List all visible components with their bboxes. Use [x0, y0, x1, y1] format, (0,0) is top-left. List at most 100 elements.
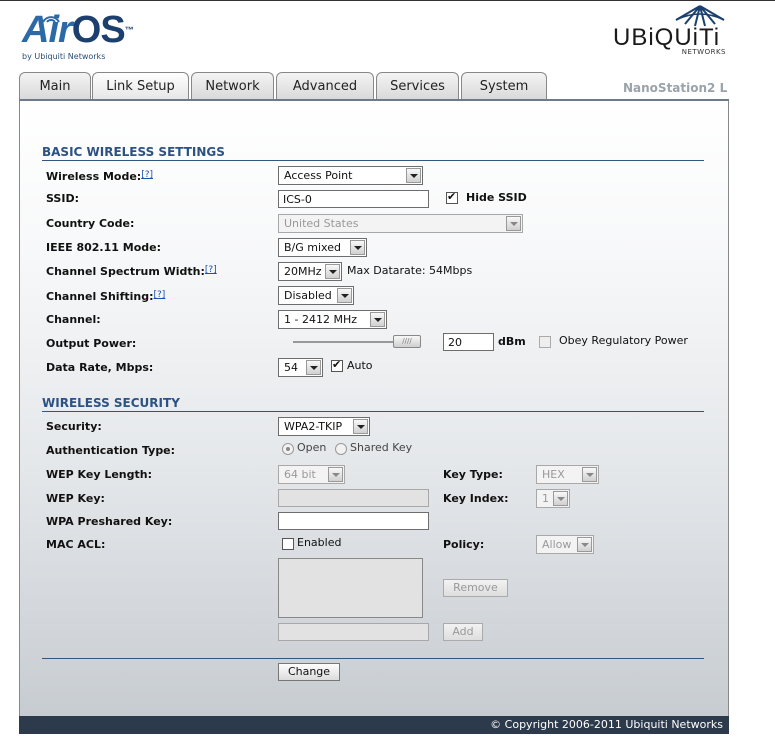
output-power-label: Output Power:	[46, 337, 137, 350]
device-name: NanoStation2 L	[623, 81, 728, 95]
wep-key-length-label: WEP Key Length:	[46, 468, 152, 481]
obey-regulatory-power-label: Obey Regulatory Power	[559, 334, 688, 347]
wireless-mode-select[interactable]: Access Point	[278, 166, 423, 185]
auth-type-label: Authentication Type:	[46, 444, 176, 457]
key-index-label: Key Index:	[443, 492, 509, 505]
policy-value: Allow	[542, 538, 572, 551]
chevron-down-icon	[306, 360, 321, 375]
auth-shared-key-radio[interactable]	[335, 443, 347, 455]
data-rate-auto-checkbox[interactable]	[331, 358, 343, 372]
mac-acl-label: MAC ACL:	[46, 538, 106, 551]
channel-shifting-select[interactable]: Disabled	[278, 286, 354, 305]
wep-key-length-value: 64 bit	[284, 468, 316, 481]
auth-open-label: Open	[297, 441, 327, 454]
country-code-select[interactable]: United States	[278, 214, 523, 233]
chevron-down-icon	[328, 467, 343, 482]
country-code-label: Country Code:	[46, 217, 135, 230]
channel-width-label: Channel Spectrum Width:[?]	[46, 265, 217, 278]
mac-acl-list[interactable]	[278, 558, 423, 618]
policy-select[interactable]: Allow	[536, 535, 594, 554]
wep-key-label: WEP Key:	[46, 492, 105, 505]
security-label: Security:	[46, 420, 102, 433]
ieee-mode-value: B/G mixed	[284, 241, 341, 254]
channel-shifting-value: Disabled	[284, 289, 332, 302]
chevron-down-icon	[325, 264, 340, 279]
key-type-label: Key Type:	[443, 468, 503, 481]
add-button[interactable]: Add	[443, 623, 483, 641]
chevron-down-icon	[337, 288, 352, 303]
ubiquiti-logo-networks: NETWORKS	[681, 48, 726, 56]
mac-acl-enabled-checkbox[interactable]	[282, 538, 294, 550]
channel-value: 1 - 2412 MHz	[284, 313, 357, 326]
channel-shifting-label-text: Channel Shifting:	[46, 290, 154, 303]
basic-wireless-settings-title: BASIC WIRELESS SETTINGS	[42, 145, 225, 159]
top-border	[0, 0, 775, 1]
data-rate-select[interactable]: 54	[278, 358, 323, 377]
policy-label: Policy:	[443, 538, 485, 551]
channel-width-help-link[interactable]: [?]	[205, 265, 217, 275]
key-type-value: HEX	[542, 468, 565, 481]
tab-link-setup[interactable]: Link Setup	[92, 72, 189, 100]
wireless-mode-value: Access Point	[284, 169, 353, 182]
wep-key-input[interactable]	[278, 489, 429, 507]
security-select[interactable]: WPA2-TKIP	[278, 417, 370, 436]
remove-button[interactable]: Remove	[443, 579, 508, 597]
wpa-preshared-key-input[interactable]	[278, 512, 429, 530]
chevron-down-icon	[353, 419, 368, 434]
data-rate-value: 54	[284, 361, 298, 374]
tab-main[interactable]: Main	[19, 72, 91, 100]
ieee-mode-label: IEEE 802.11 Mode:	[46, 241, 161, 254]
security-section-divider	[42, 411, 704, 412]
tab-services[interactable]: Services	[376, 72, 459, 100]
channel-select[interactable]: 1 - 2412 MHz	[278, 310, 387, 329]
wireless-mode-label: Wireless Mode:[?]	[46, 170, 153, 183]
channel-width-label-text: Channel Spectrum Width:	[46, 265, 205, 278]
channel-width-value: 20MHz	[284, 265, 322, 278]
security-value: WPA2-TKIP	[284, 420, 343, 433]
tab-network[interactable]: Network	[191, 72, 274, 100]
country-code-value: United States	[284, 217, 359, 230]
key-type-select[interactable]: HEX	[536, 465, 599, 484]
hide-ssid-checkbox[interactable]	[446, 190, 458, 204]
chevron-down-icon	[506, 216, 521, 231]
ubiquiti-logo: UBiQUiTi NETWORKS	[613, 4, 728, 60]
tab-system[interactable]: System	[461, 72, 547, 100]
copyright-footer: © Copyright 2006-2011 Ubiquiti Networks	[19, 716, 729, 734]
output-power-input[interactable]	[443, 333, 494, 351]
chevron-down-icon	[406, 168, 421, 183]
channel-width-select[interactable]: 20MHz	[278, 262, 342, 281]
chevron-down-icon	[370, 312, 385, 327]
channel-label: Channel:	[46, 313, 101, 326]
wpa-preshared-key-label: WPA Preshared Key:	[46, 515, 173, 528]
change-button[interactable]: Change	[278, 663, 340, 681]
key-index-value: 1	[542, 492, 549, 505]
mac-address-input[interactable]	[278, 623, 429, 641]
data-rate-label: Data Rate, Mbps:	[46, 361, 154, 374]
wep-key-length-select[interactable]: 64 bit	[278, 465, 345, 484]
ieee-mode-select[interactable]: B/G mixed	[278, 238, 367, 257]
mac-acl-enabled-label: Enabled	[297, 536, 342, 549]
wireless-security-title: WIRELESS SECURITY	[42, 396, 180, 410]
airos-logo: AirOS™ by Ubiquiti Networks	[22, 10, 134, 61]
chevron-down-icon	[577, 537, 592, 552]
channel-shifting-help-link[interactable]: [?]	[154, 290, 166, 300]
channel-shifting-label: Channel Shifting:[?]	[46, 290, 165, 303]
bottom-divider	[42, 658, 704, 659]
hide-ssid-label: Hide SSID	[466, 191, 527, 204]
max-datarate-text: Max Datarate: 54Mbps	[347, 264, 473, 277]
wireless-mode-label-text: Wireless Mode:	[46, 170, 142, 183]
auth-open-radio[interactable]	[282, 443, 294, 455]
output-power-unit: dBm	[498, 335, 526, 348]
output-power-slider-thumb[interactable]: ////	[393, 335, 421, 348]
wireless-mode-help-link[interactable]: [?]	[141, 170, 153, 180]
ssid-label: SSID:	[46, 192, 79, 205]
ssid-input[interactable]	[278, 190, 429, 208]
key-index-select[interactable]: 1	[536, 489, 570, 508]
data-rate-auto-label: Auto	[347, 359, 373, 372]
basic-section-divider	[42, 160, 704, 161]
chevron-down-icon	[350, 240, 365, 255]
obey-regulatory-power-checkbox[interactable]	[539, 336, 551, 348]
airos-logo-subtitle: by Ubiquiti Networks	[22, 52, 106, 61]
tab-advanced[interactable]: Advanced	[276, 72, 374, 100]
wifi-signal-icon	[42, 16, 60, 23]
